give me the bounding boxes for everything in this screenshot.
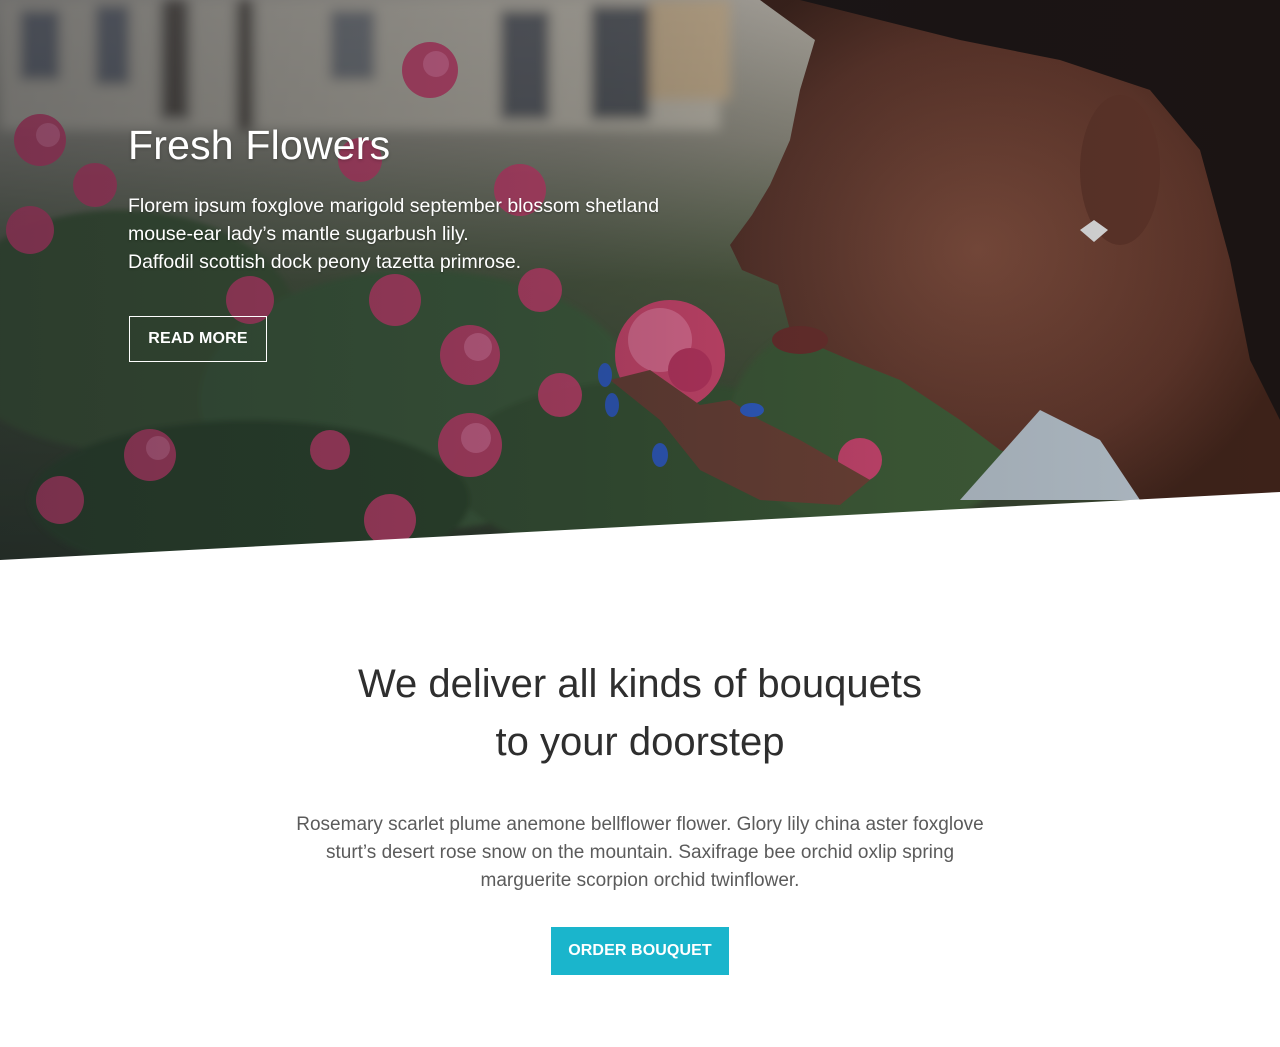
hero-title: Fresh Flowers xyxy=(128,122,391,168)
section-description-line: marguerite scorpion orchid twinflower. xyxy=(480,870,800,891)
page: Fresh Flowers Florem ipsum foxglove mari… xyxy=(0,0,1280,1047)
read-more-button[interactable]: READ MORE xyxy=(129,316,267,362)
section-description-line: sturt’s desert rose snow on the mountain… xyxy=(325,842,955,863)
hero-description-line: Daffodil scottish dock peony tazetta pri… xyxy=(128,251,522,273)
section-title: We deliver all kinds of bouquets to your… xyxy=(260,655,1020,771)
hero-description-line: mouse-ear lady’s mantle sugarbush lily. xyxy=(128,223,469,245)
delivery-section: We deliver all kinds of bouquets to your… xyxy=(0,655,1280,975)
order-bouquet-button[interactable]: ORDER BOUQUET xyxy=(551,927,729,975)
hero-diagonal-edge xyxy=(0,492,1280,565)
hero-description-line: Florem ipsum foxglove marigold september… xyxy=(128,195,660,217)
section-description: Rosemary scarlet plume anemone bellflowe… xyxy=(260,811,1020,895)
section-title-line: to your doorstep xyxy=(495,720,785,764)
hero-section: Fresh Flowers Florem ipsum foxglove mari… xyxy=(0,0,1280,565)
section-description-line: Rosemary scarlet plume anemone bellflowe… xyxy=(296,814,984,835)
hero-description: Florem ipsum foxglove marigold september… xyxy=(128,192,728,276)
section-title-line: We deliver all kinds of bouquets xyxy=(357,662,923,706)
